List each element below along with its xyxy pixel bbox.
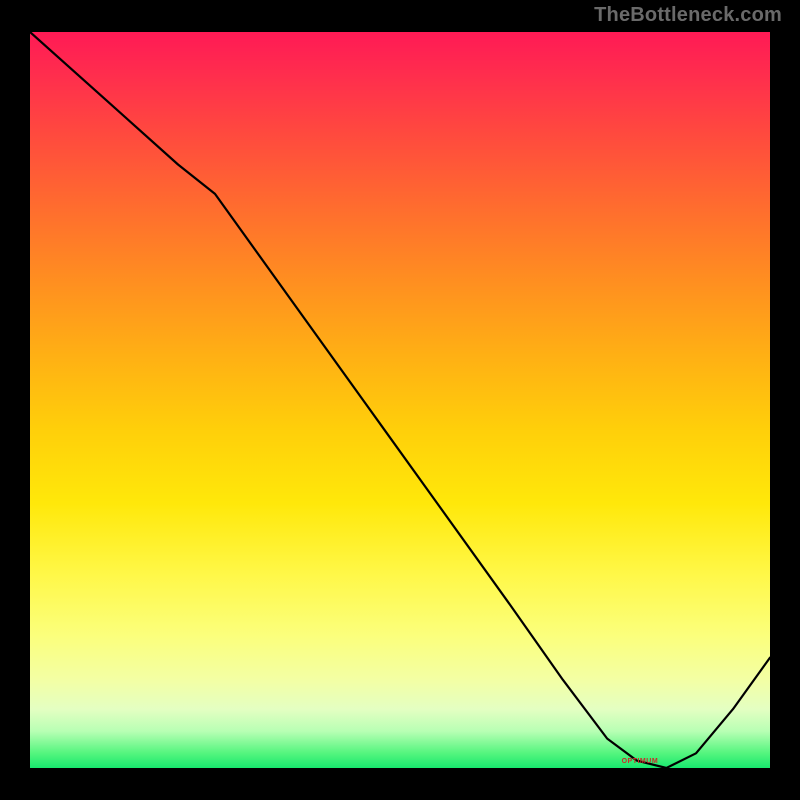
- optimum-label: OPTIMUM: [622, 758, 659, 765]
- chart-stage: TheBottleneck.com OPTIMUM: [0, 0, 800, 800]
- bottleneck-curve: [30, 32, 770, 768]
- plot-area: OPTIMUM: [30, 32, 770, 768]
- attribution-label: TheBottleneck.com: [594, 4, 782, 27]
